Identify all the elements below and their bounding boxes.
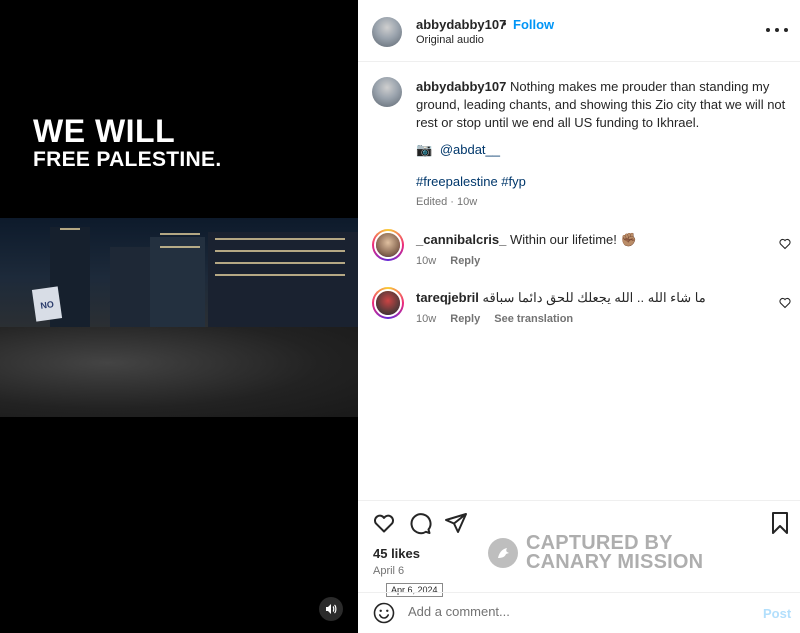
post-panel: abbydabby107 • Follow Original audio abb… bbox=[358, 0, 800, 633]
video-frame: NO bbox=[0, 218, 358, 417]
reply-button[interactable]: Reply bbox=[450, 313, 480, 325]
heart-icon[interactable] bbox=[779, 238, 791, 250]
caption-username[interactable]: abbydabby107 bbox=[416, 79, 506, 94]
comment-bar: Post bbox=[358, 592, 800, 633]
comment-icon[interactable] bbox=[408, 511, 432, 535]
post-media[interactable]: WE WILL FREE PALESTINE. NO bbox=[0, 0, 358, 633]
overlay-text-line2: FREE PALESTINE. bbox=[33, 148, 222, 171]
comment-input[interactable] bbox=[408, 604, 738, 619]
likes-count[interactable]: 45 likes bbox=[373, 546, 420, 561]
post-header: abbydabby107 • Follow Original audio bbox=[358, 0, 800, 62]
comment-username[interactable]: _cannibalcris_ bbox=[416, 232, 506, 247]
comment-time: 10w bbox=[416, 255, 437, 267]
reply-button[interactable]: Reply bbox=[450, 255, 480, 267]
protest-sign: NO bbox=[31, 286, 63, 322]
caption-hashtags[interactable]: #freepalestine #fyp bbox=[416, 174, 526, 189]
watermark: CAPTURED BY CANARY MISSION bbox=[488, 533, 704, 573]
comment-time: 10w bbox=[416, 313, 437, 325]
emoji-icon[interactable] bbox=[373, 602, 395, 624]
comment-avatar[interactable] bbox=[372, 287, 404, 319]
caption-text: abbydabby107 Nothing makes me prouder th… bbox=[416, 78, 786, 132]
bookmark-icon[interactable] bbox=[768, 511, 792, 535]
heart-icon[interactable] bbox=[779, 297, 791, 309]
comment-avatar[interactable] bbox=[372, 229, 404, 261]
comment-meta: 10w Reply bbox=[416, 255, 491, 267]
comment-username[interactable]: tareqjebril bbox=[416, 290, 479, 305]
audio-link[interactable]: Original audio bbox=[416, 34, 484, 46]
header-username[interactable]: abbydabby107 bbox=[416, 17, 506, 32]
comment-text: _cannibalcris_ Within our lifetime! ✊🏽 bbox=[416, 232, 637, 247]
caption-meta: Edited · 10w bbox=[416, 196, 478, 208]
speaker-icon bbox=[326, 604, 337, 614]
see-translation-button[interactable]: See translation bbox=[494, 313, 573, 325]
overlay-text-line1: WE WILL bbox=[33, 113, 176, 149]
avatar[interactable] bbox=[372, 17, 402, 47]
caption-avatar[interactable] bbox=[372, 77, 402, 107]
camera-icon: 📷 bbox=[416, 142, 433, 157]
canary-logo-icon bbox=[488, 538, 518, 568]
post-date[interactable]: April 6 bbox=[373, 565, 404, 577]
caption-mention[interactable]: 📷 @abdat__ bbox=[416, 142, 500, 158]
separator-dot: • bbox=[502, 16, 507, 31]
audio-toggle-button[interactable] bbox=[319, 597, 343, 621]
mention-link[interactable]: @abdat__ bbox=[440, 142, 500, 157]
watermark-line2: CANARY MISSION bbox=[526, 551, 704, 573]
follow-button[interactable]: Follow bbox=[513, 17, 554, 32]
heart-icon[interactable] bbox=[372, 511, 396, 535]
more-icon bbox=[766, 28, 770, 32]
more-options-button[interactable] bbox=[766, 22, 788, 38]
post-comment-button[interactable]: Post bbox=[763, 606, 791, 621]
comment-meta: 10w Reply See translation bbox=[416, 313, 584, 325]
share-icon[interactable] bbox=[444, 511, 468, 535]
comment-text: tareqjebril ما شاء الله .. الله يجعلك لل… bbox=[416, 290, 706, 305]
